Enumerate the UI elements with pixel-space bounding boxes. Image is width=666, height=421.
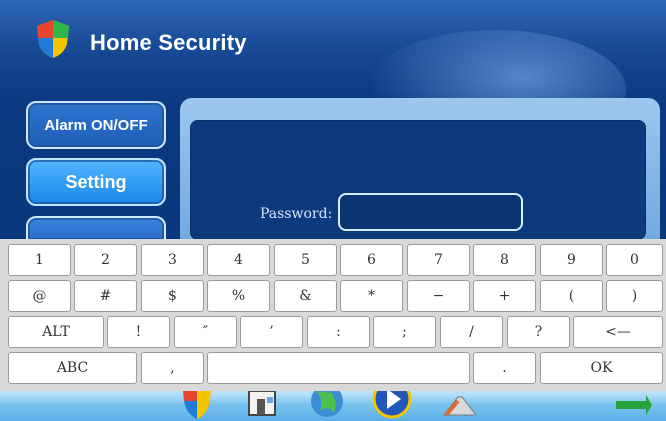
key-colon[interactable]: : [307,316,370,348]
key-backspace[interactable]: <— [573,316,663,348]
key-plus[interactable]: + [473,280,536,312]
key-close-paren[interactable]: ) [606,280,663,312]
globe-icon[interactable] [308,391,346,421]
key-dollar[interactable]: $ [141,280,204,312]
shield-logo-icon [37,20,69,58]
arrow-icon[interactable] [612,391,652,421]
key-semicolon[interactable]: ; [373,316,436,348]
key-space[interactable] [207,352,470,384]
key-apostrophe[interactable]: ’ [240,316,303,348]
key-alt[interactable]: ALT [8,316,104,348]
key-period[interactable]: . [473,352,536,384]
key-at[interactable]: @ [8,280,71,312]
key-0[interactable]: 0 [606,244,663,276]
key-6[interactable]: 6 [340,244,403,276]
house-icon[interactable] [245,391,279,421]
key-minus[interactable]: − [407,280,470,312]
key-abc[interactable]: ABC [8,352,137,384]
media-player-icon[interactable] [372,391,412,421]
key-9[interactable]: 9 [540,244,603,276]
app-title: Home Security [90,30,247,55]
key-hash[interactable]: # [74,280,137,312]
app-header: Home Security [0,0,666,150]
on-screen-keyboard: 1 2 3 4 5 6 7 8 9 0 @ # $ % & * − + ( ) … [0,239,666,391]
key-asterisk[interactable]: * [340,280,403,312]
key-3[interactable]: 3 [141,244,204,276]
key-question[interactable]: ? [507,316,570,348]
key-2[interactable]: 2 [74,244,137,276]
pencil-icon[interactable] [440,391,480,421]
key-7[interactable]: 7 [407,244,470,276]
key-comma[interactable]: , [141,352,204,384]
sidebar-item-third[interactable] [26,216,166,240]
setting-button[interactable]: Setting [26,158,166,206]
key-5[interactable]: 5 [274,244,337,276]
shield-icon[interactable] [180,391,214,421]
key-4[interactable]: 4 [207,244,270,276]
key-slash[interactable]: / [440,316,503,348]
key-8[interactable]: 8 [473,244,536,276]
key-open-paren[interactable]: ( [540,280,603,312]
key-ampersand[interactable]: & [274,280,337,312]
alarm-onoff-button[interactable]: Alarm ON/OFF [26,101,166,149]
password-input[interactable] [338,193,523,231]
password-label: Password: [260,206,333,222]
key-percent[interactable]: % [207,280,270,312]
key-ok[interactable]: OK [540,352,663,384]
key-exclamation[interactable]: ! [107,316,170,348]
home-security-screen: Home Security Alarm ON/OFF Setting Passw… [0,0,666,421]
key-double-quote[interactable]: ″ [174,316,237,348]
key-1[interactable]: 1 [8,244,71,276]
